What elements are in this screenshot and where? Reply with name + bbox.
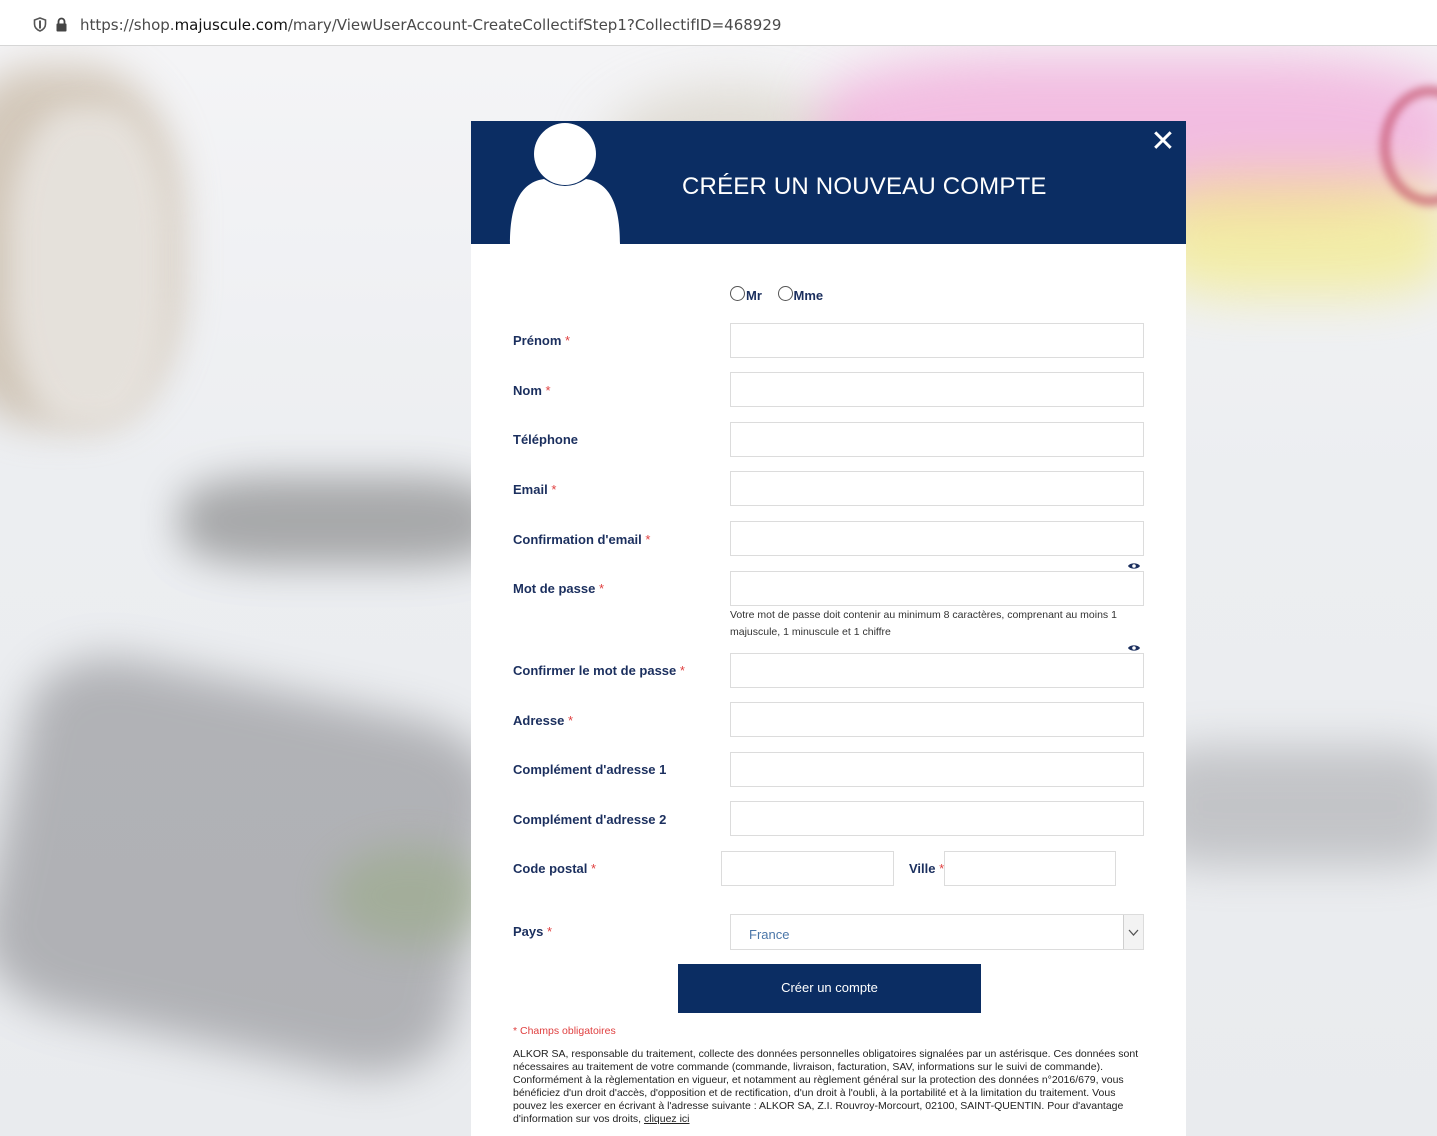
create-account-modal: CRÉER UN NOUVEAU COMPTE ✕ Mr Mme Prénom … (471, 121, 1186, 1136)
shield-icon[interactable] (33, 17, 47, 37)
user-avatar-icon (508, 121, 623, 249)
password-label: Mot de passe * (513, 581, 605, 596)
password-hint: Votre mot de passe doit contenir au mini… (730, 609, 1117, 638)
lock-icon[interactable] (55, 17, 68, 37)
legal-link[interactable]: cliquez ici (644, 1113, 690, 1125)
close-icon[interactable]: ✕ (1148, 127, 1178, 157)
complement1-field[interactable] (730, 752, 1144, 787)
chevron-down-icon[interactable] (1123, 915, 1143, 949)
complement2-label: Complément d'adresse 2 (513, 812, 667, 827)
pays-selected-value: France (749, 927, 790, 942)
email-confirm-label: Confirmation d'email * (513, 532, 651, 547)
pays-select[interactable]: France (730, 914, 1144, 950)
radio-mme[interactable]: Mme (777, 286, 823, 303)
email-label: Email * (513, 482, 557, 497)
password-confirm-label: Confirmer le mot de passe * (513, 663, 685, 678)
browser-address-bar[interactable]: https://shop.majuscule.com/mary/ViewUser… (0, 0, 1437, 46)
code-postal-label: Code postal * (513, 861, 597, 876)
complement1-label: Complément d'adresse 1 (513, 762, 667, 777)
modal-title: CRÉER UN NOUVEAU COMPTE (682, 173, 1047, 200)
radio-mr[interactable]: Mr (730, 286, 762, 303)
adresse-field[interactable] (730, 702, 1144, 737)
modal-header: CRÉER UN NOUVEAU COMPTE ✕ (471, 121, 1186, 244)
telephone-label: Téléphone (513, 432, 579, 447)
url-text[interactable]: https://shop.majuscule.com/mary/ViewUser… (80, 16, 781, 34)
nom-field[interactable] (730, 372, 1144, 407)
ville-field[interactable] (944, 851, 1116, 886)
prenom-label: Prénom * (513, 333, 571, 348)
adresse-label: Adresse * (513, 713, 573, 728)
prenom-field[interactable] (730, 323, 1144, 358)
email-confirm-field[interactable] (730, 521, 1144, 556)
telephone-field[interactable] (730, 422, 1144, 457)
complement2-field[interactable] (730, 801, 1144, 836)
password-field[interactable] (730, 571, 1144, 606)
mandatory-note: * Champs obligatoires (513, 1025, 616, 1037)
civility-radio-group: Mr Mme (730, 286, 835, 303)
ville-label: Ville * (909, 861, 945, 876)
pays-label: Pays * (513, 924, 553, 939)
email-field[interactable] (730, 471, 1144, 506)
code-postal-field[interactable] (721, 851, 894, 886)
password-confirm-field[interactable] (730, 653, 1144, 688)
legal-notice: ALKOR SA, responsable du traitement, col… (513, 1048, 1139, 1125)
create-account-button[interactable]: Créer un compte (678, 964, 981, 1013)
nom-label: Nom * (513, 383, 551, 398)
